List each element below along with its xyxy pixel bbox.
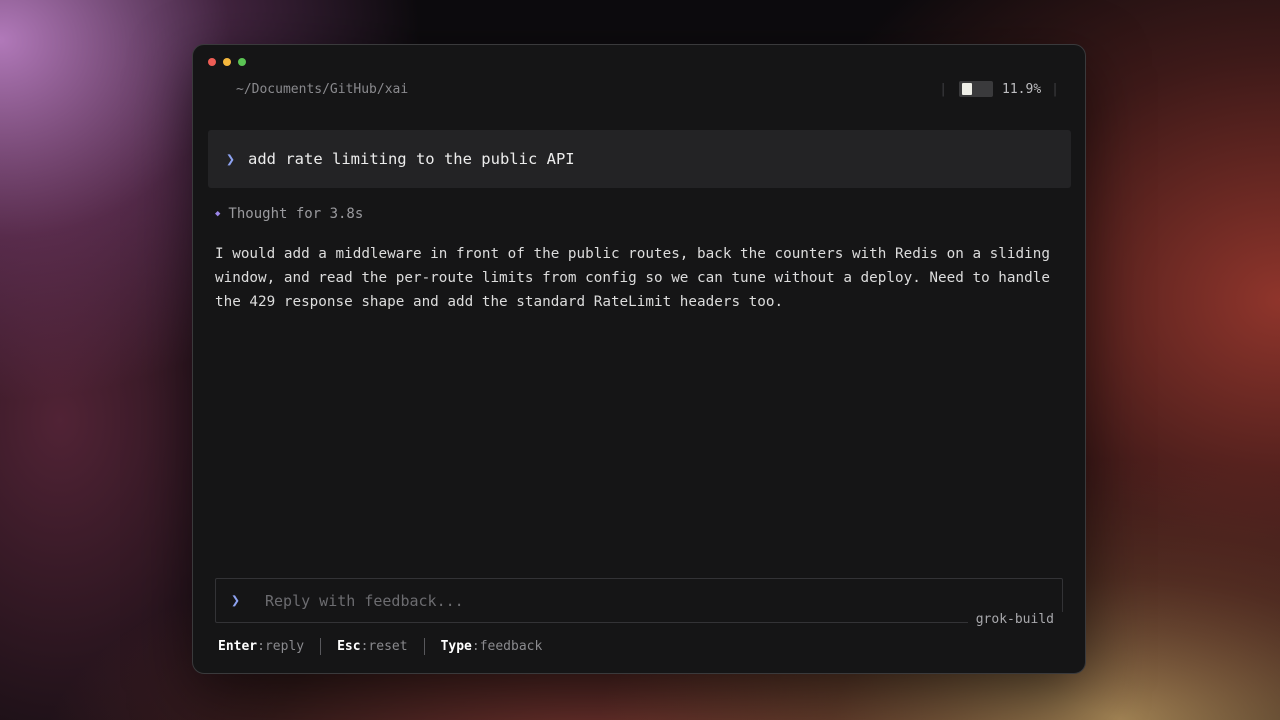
shortcut-reply: Enter:reply [218, 639, 304, 654]
user-prompt-text: add rate limiting to the public API [248, 150, 575, 168]
shortcut-divider [423, 638, 425, 655]
thought-label: Thought for 3.8s [228, 206, 364, 222]
usage-meter [959, 81, 994, 97]
minimize-window-button[interactable] [223, 58, 231, 66]
chevron-right-icon: ❯ [226, 150, 236, 168]
shortcut-reset: Esc:reset [337, 639, 407, 654]
shortcut-action: :feedback [471, 639, 543, 654]
shortcut-action: :reply [257, 639, 305, 654]
keyboard-shortcuts: Enter:reply Esc:reset Type:feedback [218, 638, 542, 655]
chevron-right-icon: ❯ [231, 591, 241, 609]
shortcut-divider [320, 638, 322, 655]
maximize-window-button[interactable] [238, 58, 246, 66]
shortcut-feedback: Type:feedback [441, 639, 543, 654]
user-prompt-block: ❯ add rate limiting to the public API [208, 130, 1071, 188]
shortcut-key: Enter [218, 639, 258, 654]
model-label: grok-build [967, 612, 1063, 627]
diamond-icon: ◆ [215, 209, 221, 219]
context-usage-indicator: | 11.9% | [939, 81, 1059, 97]
usage-meter-fill [962, 83, 973, 95]
reply-box: ❯ grok-build [215, 578, 1063, 627]
usage-percent: 11.9% [1002, 81, 1042, 97]
shortcut-key: Type [440, 639, 472, 654]
assistant-response: I would add a middleware in front of the… [215, 246, 1050, 310]
close-window-button[interactable] [208, 58, 216, 66]
shortcut-key: Esc [337, 639, 361, 654]
working-directory-path: ~/Documents/GitHub/xai [236, 82, 409, 97]
terminal-window: ~/Documents/GitHub/xai | 11.9% | ❯ add r… [192, 44, 1086, 674]
reply-input[interactable] [265, 588, 905, 614]
usage-separator-left: | [939, 81, 948, 97]
thought-indicator[interactable]: ◆ Thought for 3.8s [215, 206, 363, 222]
usage-separator-right: | [1051, 81, 1059, 97]
shortcut-action: :reset [360, 639, 408, 654]
window-controls [208, 58, 246, 66]
